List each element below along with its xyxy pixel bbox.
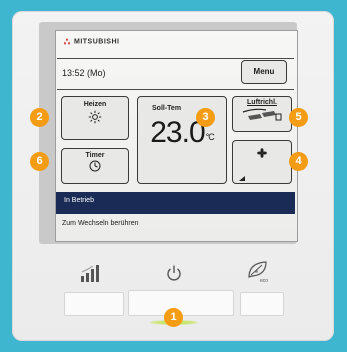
three-diamonds-icon: [64, 38, 70, 45]
fan-speed-bars-icon: [239, 176, 245, 181]
airflow-label: Luftrichl.: [247, 99, 277, 106]
setpoint-button[interactable]: Soll-Tem 23.0°C: [137, 96, 227, 184]
clock-display: 13:52 (Mo): [62, 68, 106, 78]
callout-badge: 6: [30, 152, 49, 171]
menu-button[interactable]: Menu: [241, 60, 287, 84]
sun-icon: [88, 110, 102, 124]
temperature-unit: °C: [205, 132, 215, 142]
setpoint-label: Soll-Tem: [152, 105, 182, 112]
eco-physical-button[interactable]: [240, 292, 284, 316]
callout-badge: 1: [164, 308, 183, 327]
clock-icon: [89, 160, 101, 172]
mode-button[interactable]: Heizen: [61, 96, 129, 140]
callout-badge: 5: [289, 108, 308, 127]
brand-logo: MITSUBISHI: [63, 38, 119, 45]
callout-badge: 4: [289, 152, 308, 171]
timer-label: Timer: [85, 152, 105, 159]
hint-text: Zum Wechseln berühren: [62, 220, 139, 227]
menu-button-label: Menu: [253, 67, 275, 76]
vane-direction-icon: [242, 108, 282, 121]
status-text: In Betrieb: [64, 197, 94, 204]
power-icon: [167, 265, 181, 281]
divider: [57, 89, 294, 90]
fan-speed-button[interactable]: [232, 140, 292, 184]
signal-bars-icon: [81, 265, 99, 282]
fan-icon: [257, 148, 267, 158]
callout-badge: 2: [30, 108, 49, 127]
brand-name: MITSUBISHI: [74, 38, 120, 46]
timer-button[interactable]: Timer: [61, 148, 129, 184]
callout-badge: 3: [196, 108, 215, 127]
eco-leaf-icon: eco: [248, 261, 268, 283]
divider: [57, 58, 294, 59]
fan-speed-physical-button[interactable]: [64, 292, 124, 316]
svg-text:eco: eco: [260, 278, 268, 283]
airflow-direction-button[interactable]: Luftrichl.: [232, 96, 292, 132]
mode-label: Heizen: [83, 101, 107, 108]
